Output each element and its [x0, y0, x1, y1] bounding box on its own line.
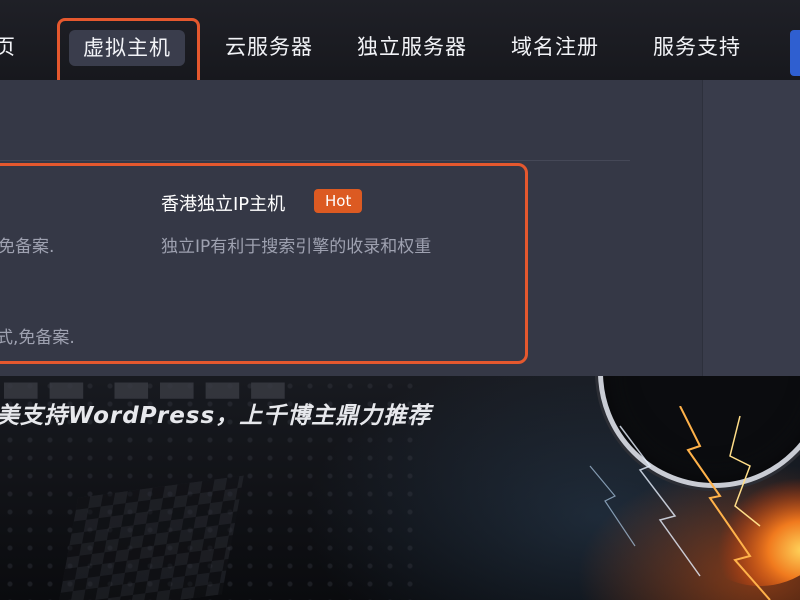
banner-tagline: 美支持WordPress，上千博主鼎力推荐: [0, 403, 432, 429]
nav-item-virtual-host[interactable]: 虚拟主机: [69, 30, 185, 66]
top-navigation: 页 虚拟主机 云服务器 独立服务器 域名注册 服务支持: [0, 0, 800, 80]
nav-item-service-support[interactable]: 服务支持: [653, 26, 741, 68]
fire-lightning-graphic: [589, 406, 800, 600]
nav-item-domain-registration[interactable]: 域名注册: [511, 26, 599, 68]
hot-badge: Hot: [314, 189, 363, 213]
product-description: 独立IP有利于搜索引擎的收录和权重: [161, 237, 432, 257]
virtual-host-dropdown: [0, 80, 800, 376]
dropdown-divider: [0, 160, 630, 161]
nav-item-home[interactable]: 页: [0, 26, 16, 68]
nav-right-button[interactable]: [790, 30, 800, 76]
product-hk-dedicated-ip-host[interactable]: 香港独立IP主机: [161, 190, 285, 216]
nav-item-cloud-server[interactable]: 云服务器: [225, 26, 313, 68]
dropdown-side-panel: [702, 80, 800, 376]
left-product-description-2: 式,免备案.: [0, 328, 75, 348]
left-product-description: 免备案.: [0, 237, 55, 257]
hero-banner[interactable]: ▬▬ ▬▬▬▬ 美支持WordPress，上千博主鼎力推荐: [0, 376, 800, 600]
nav-item-dedicated-server[interactable]: 独立服务器: [357, 26, 467, 68]
